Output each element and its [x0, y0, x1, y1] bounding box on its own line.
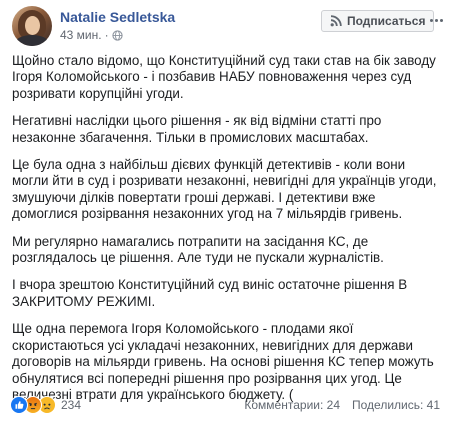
post-footer: 234 Комментарии: 24 Поделились: 41 — [10, 396, 440, 414]
avatar-face — [25, 16, 40, 35]
facebook-post: Natalie Sedletska 43 мин. · Подписаться … — [0, 0, 449, 422]
post-paragraph: І вчора зрештою Конституційний суд виніс… — [12, 277, 408, 309]
reaction-count[interactable]: 234 — [61, 398, 81, 412]
author-name[interactable]: Natalie Sedletska — [60, 9, 175, 25]
reactions-summary[interactable] — [10, 396, 56, 414]
comments-count[interactable]: Комментарии: 24 — [244, 398, 340, 412]
more-dots-icon[interactable] — [428, 12, 444, 28]
post-time[interactable]: 43 мин. — [60, 28, 102, 42]
post-paragraph: Негативні наслідки цього рішення - як ві… — [12, 113, 382, 145]
post-meta: 43 мин. · — [60, 28, 123, 42]
author-avatar[interactable] — [12, 6, 52, 46]
follow-button[interactable]: Подписаться — [321, 10, 435, 32]
post-paragraph: Ще одна перемога Ігоря Коломойського - п… — [12, 321, 434, 402]
post-paragraph: Це була одна з найбільш дієвих функцій д… — [12, 157, 437, 222]
shares-count[interactable]: Поделились: 41 — [352, 398, 440, 412]
post-paragraph: Ми регулярно намагались потрапити на зас… — [12, 233, 384, 266]
like-icon — [10, 396, 28, 414]
meta-separator: · — [104, 28, 109, 42]
globe-icon[interactable] — [111, 29, 123, 41]
post-body: Щойно стало відомо, що Конституційний су… — [12, 53, 440, 414]
follow-label: Подписаться — [347, 14, 426, 28]
rss-icon — [330, 15, 342, 27]
post-paragraph: Щойно стало відомо, що Конституційний су… — [12, 53, 436, 101]
avatar-shoulders — [15, 35, 49, 46]
